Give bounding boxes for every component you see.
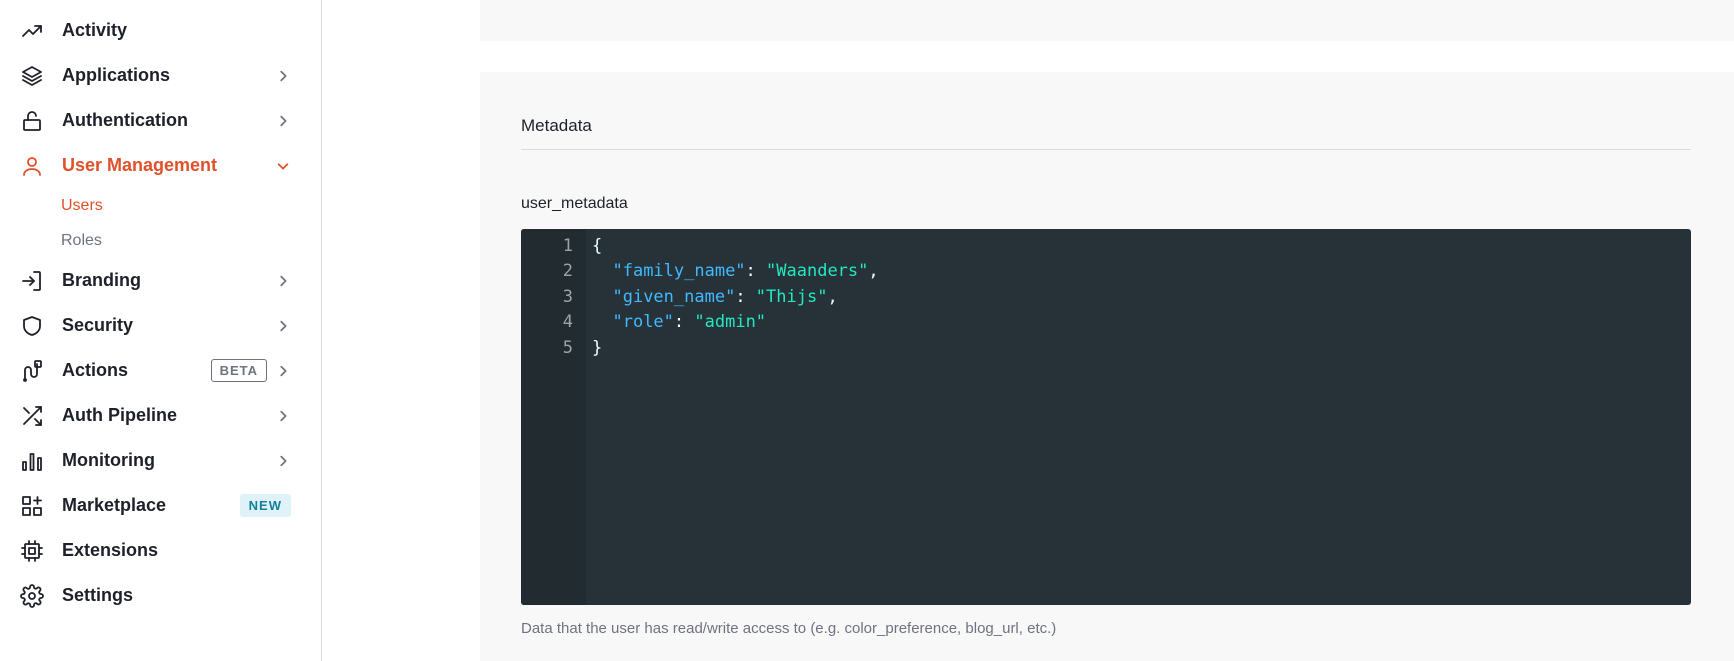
- actions-icon: [20, 359, 44, 383]
- sidebar-item-label: Actions: [62, 360, 129, 380]
- shuffle-icon: [20, 404, 44, 428]
- user-metadata-editor[interactable]: 1 { 2 "family_name": "Waanders", 3 "give…: [521, 229, 1691, 605]
- sidebar-item-branding[interactable]: Branding: [0, 258, 321, 303]
- line-number: 1: [562, 236, 573, 256]
- bar-chart-icon: [20, 449, 44, 473]
- section-title: Metadata: [521, 116, 592, 135]
- code-text: {: [592, 236, 602, 256]
- line-number: 4: [562, 312, 573, 332]
- json-value: "Waanders": [766, 261, 869, 281]
- sidebar-item-authentication[interactable]: Authentication: [0, 98, 321, 143]
- sidebar-item-label: Applications: [62, 65, 171, 85]
- chevron-right-icon: [275, 408, 291, 424]
- sidebar-item-monitoring[interactable]: Monitoring: [0, 438, 321, 483]
- user-metadata-label: user_metadata: [521, 195, 628, 212]
- line-number: 5: [562, 338, 573, 358]
- sidebar-subitem-label: Roles: [61, 231, 102, 249]
- json-value: "admin": [694, 312, 767, 332]
- divider: [521, 149, 1691, 150]
- sign-in-icon: [20, 269, 44, 293]
- chevron-right-icon: [275, 453, 291, 469]
- code-text: "family_name": "Waanders",: [592, 261, 879, 281]
- sidebar-item-auth-pipeline[interactable]: Auth Pipeline: [0, 393, 321, 438]
- sidebar-item-actions[interactable]: Actions BETA: [0, 348, 321, 393]
- sidebar-item-security[interactable]: Security: [0, 303, 321, 348]
- sidebar-item-label: User Management: [62, 155, 218, 175]
- json-colon: :: [673, 312, 695, 332]
- previous-panel: [480, 0, 1734, 41]
- sidebar-subitem-roles[interactable]: Roles: [0, 223, 321, 258]
- sidebar-item-label: Auth Pipeline: [62, 405, 178, 425]
- sidebar-item-applications[interactable]: Applications: [0, 53, 321, 98]
- editor-line: 2 "family_name": "Waanders",: [521, 257, 1691, 285]
- editor-line: 5 }: [521, 334, 1691, 362]
- sidebar-item-label: Marketplace: [62, 495, 167, 515]
- chevron-down-icon: [275, 158, 291, 174]
- sidebar-subitem-users[interactable]: Users: [0, 188, 321, 223]
- sidebar-item-label: Security: [62, 315, 134, 335]
- user-icon: [20, 154, 44, 178]
- layers-icon: [20, 64, 44, 88]
- json-key: "given_name": [612, 287, 736, 307]
- json-comma: ,: [868, 261, 879, 281]
- json-colon: :: [735, 287, 756, 307]
- editor-line: 1 {: [521, 232, 1691, 260]
- sidebar-item-label: Extensions: [62, 540, 159, 560]
- main-content: Metadata user_metadata 1 { 2 "family_nam…: [322, 0, 1734, 661]
- sidebar-item-label: Monitoring: [62, 450, 155, 470]
- editor-line: 3 "given_name": "Thijs",: [521, 283, 1691, 311]
- chevron-right-icon: [275, 68, 291, 84]
- code-text: "role": "admin": [592, 312, 766, 332]
- chevron-right-icon: [275, 273, 291, 289]
- json-key: "role": [612, 312, 674, 332]
- json-brace: {: [592, 236, 603, 256]
- code-text: }: [592, 338, 602, 358]
- gear-icon: [20, 583, 44, 608]
- json-key: "family_name": [612, 261, 746, 281]
- grid-plus-icon: [20, 494, 44, 518]
- sidebar: Activity Applications Authentication Use…: [0, 0, 322, 661]
- chip-icon: [20, 539, 44, 563]
- new-badge: NEW: [239, 494, 291, 517]
- chevron-right-icon: [275, 363, 291, 379]
- sidebar-item-label: Branding: [62, 270, 141, 290]
- lock-icon: [20, 109, 44, 133]
- sidebar-nav: Activity Applications Authentication Use…: [0, 0, 321, 618]
- sidebar-item-user-management[interactable]: User Management: [0, 143, 321, 188]
- editor-line: 4 "role": "admin": [521, 308, 1691, 336]
- json-colon: :: [745, 261, 767, 281]
- line-number: 2: [562, 261, 573, 281]
- sidebar-item-label: Settings: [62, 585, 134, 605]
- user-metadata-help-text: Data that the user has read/write access…: [521, 620, 1057, 637]
- sidebar-item-marketplace[interactable]: Marketplace NEW: [0, 483, 321, 528]
- beta-badge: BETA: [210, 359, 267, 382]
- sidebar-subitem-label: Users: [61, 196, 103, 214]
- chevron-right-icon: [275, 318, 291, 334]
- json-comma: ,: [827, 287, 838, 307]
- sidebar-item-settings[interactable]: Settings: [0, 573, 321, 618]
- shield-icon: [20, 314, 44, 338]
- sidebar-item-extensions[interactable]: Extensions: [0, 528, 321, 573]
- metadata-panel: Metadata user_metadata 1 { 2 "family_nam…: [480, 72, 1734, 661]
- sidebar-item-label: Activity: [62, 20, 128, 40]
- sidebar-item-label: Authentication: [62, 110, 188, 130]
- code-text: "given_name": "Thijs",: [592, 287, 838, 307]
- line-number: 3: [562, 287, 573, 307]
- json-value: "Thijs": [755, 287, 828, 307]
- sidebar-item-activity[interactable]: Activity: [0, 8, 321, 53]
- chevron-right-icon: [275, 113, 291, 129]
- trending-up-icon: [20, 19, 44, 43]
- json-brace: }: [592, 338, 603, 358]
